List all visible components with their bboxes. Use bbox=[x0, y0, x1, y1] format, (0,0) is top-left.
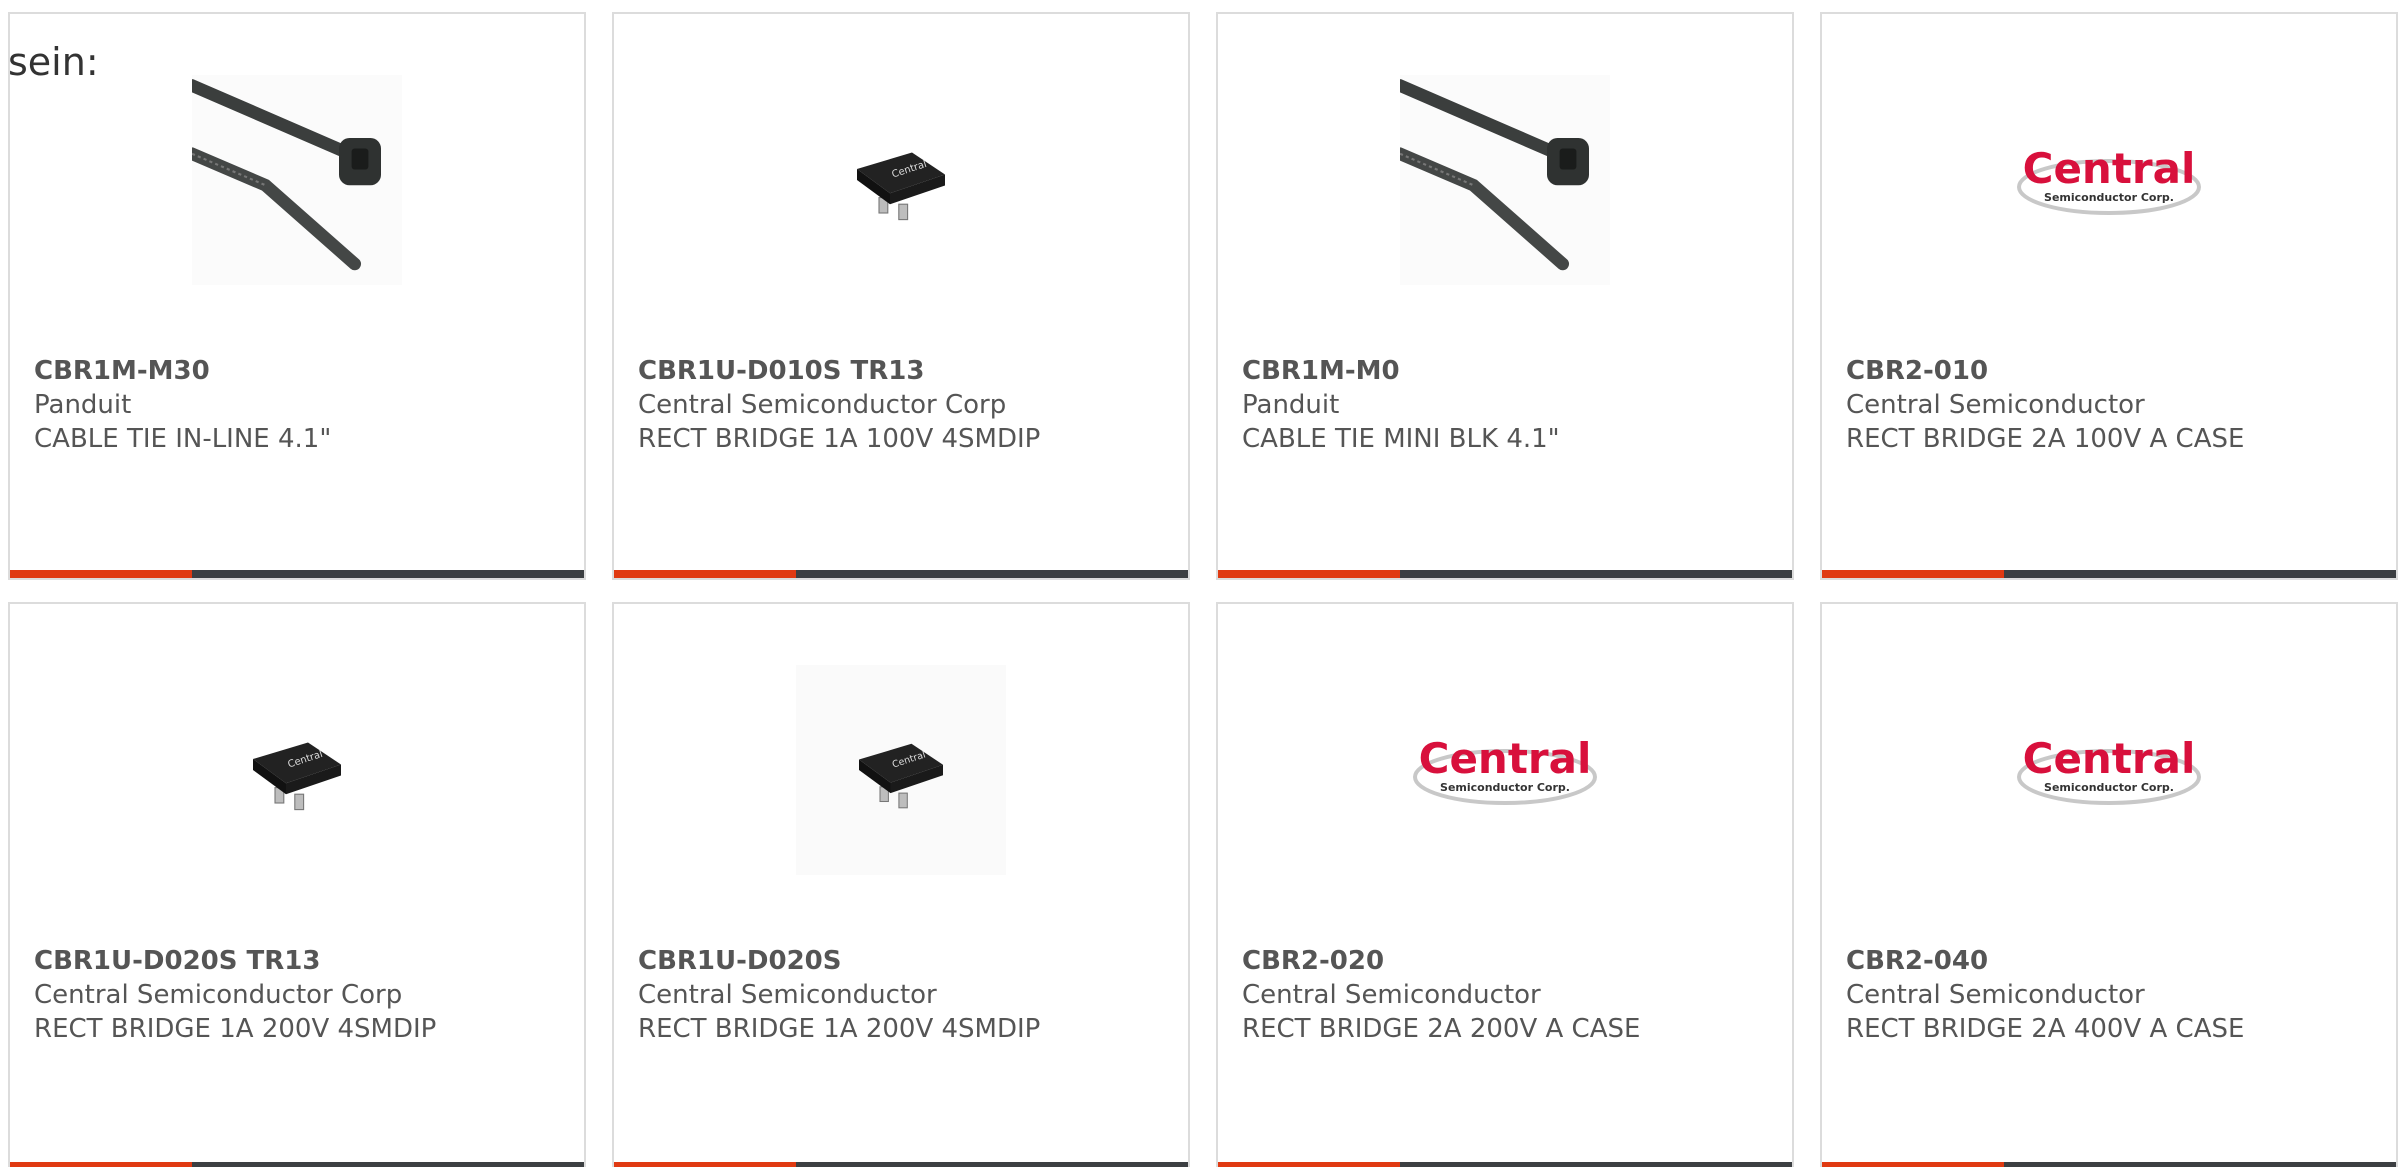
product-info: CBR1M-M30 Panduit CABLE TIE IN-LINE 4.1" bbox=[34, 354, 568, 456]
part-number[interactable]: CBR1M-M0 bbox=[1242, 354, 1776, 388]
part-number[interactable]: CBR2-040 bbox=[1846, 944, 2380, 978]
product-card[interactable]: CBR1M-M30 Panduit CABLE TIE IN-LINE 4.1" bbox=[8, 12, 586, 580]
product-card[interactable]: Central CBR1U-D020S Central Semiconducto… bbox=[612, 602, 1190, 1167]
manufacturer: Central Semiconductor Corp bbox=[34, 980, 403, 1010]
part-number[interactable]: CBR1U-D020S bbox=[638, 944, 1172, 978]
product-info: CBR1U-D020S Central Semiconductor RECT B… bbox=[638, 944, 1172, 1046]
product-grid: CBR1M-M30 Panduit CABLE TIE IN-LINE 4.1"… bbox=[8, 12, 2398, 1167]
description: RECT BRIDGE 1A 200V 4SMDIP bbox=[34, 1014, 437, 1044]
description: CABLE TIE IN-LINE 4.1" bbox=[34, 424, 332, 454]
part-number[interactable]: CBR1U-D010S TR13 bbox=[638, 354, 1172, 388]
page: CBR1M-M30 Panduit CABLE TIE IN-LINE 4.1"… bbox=[0, 0, 2400, 1167]
description: CABLE TIE MINI BLK 4.1" bbox=[1242, 424, 1560, 454]
cable-tie-image bbox=[192, 75, 402, 285]
central-logo-image: Central Semiconductor Corp. bbox=[2017, 734, 2201, 805]
product-image[interactable]: Central Semiconductor Corp. bbox=[1822, 70, 2396, 290]
product-image[interactable] bbox=[1218, 70, 1792, 290]
card-accent-bar bbox=[1218, 570, 1792, 578]
card-accent-bar bbox=[614, 1162, 1188, 1167]
product-info: CBR1U-D010S TR13 Central Semiconductor C… bbox=[638, 354, 1172, 456]
product-image[interactable]: Central Semiconductor Corp. bbox=[1218, 660, 1792, 880]
product-card[interactable]: Central CBR1U-D020S TR13 Central Semicon… bbox=[8, 602, 586, 1167]
description: RECT BRIDGE 2A 400V A CASE bbox=[1846, 1014, 2245, 1044]
logo-brand: Central bbox=[2023, 144, 2196, 193]
product-image[interactable] bbox=[10, 70, 584, 290]
manufacturer: Panduit bbox=[1242, 390, 1340, 420]
card-accent-bar bbox=[1218, 1162, 1792, 1167]
smd-chip-image: Central bbox=[253, 742, 341, 811]
manufacturer: Central Semiconductor bbox=[1846, 980, 2145, 1010]
manufacturer: Central Semiconductor Corp bbox=[638, 390, 1007, 420]
smd-chip-image: Central bbox=[857, 152, 945, 221]
card-accent-bar bbox=[1822, 1162, 2396, 1167]
intro-text: sein: bbox=[8, 40, 99, 84]
product-card[interactable]: Central Semiconductor Corp. CBR2-020 Cen… bbox=[1216, 602, 1794, 1167]
product-card[interactable]: Central Semiconductor Corp. CBR2-040 Cen… bbox=[1820, 602, 2398, 1167]
cable-tie-image bbox=[1400, 75, 1610, 285]
product-image[interactable]: Central bbox=[10, 660, 584, 880]
central-logo-image: Central Semiconductor Corp. bbox=[1413, 734, 1597, 805]
product-info: CBR1M-M0 Panduit CABLE TIE MINI BLK 4.1" bbox=[1242, 354, 1776, 456]
card-accent-bar bbox=[614, 570, 1188, 578]
product-card[interactable]: Central Semiconductor Corp. CBR2-010 Cen… bbox=[1820, 12, 2398, 580]
logo-tagline: Semiconductor Corp. bbox=[1440, 781, 1570, 794]
description: RECT BRIDGE 1A 100V 4SMDIP bbox=[638, 424, 1041, 454]
part-number[interactable]: CBR1M-M30 bbox=[34, 354, 568, 388]
card-accent-bar bbox=[10, 570, 584, 578]
central-logo-image: Central Semiconductor Corp. bbox=[2017, 144, 2201, 215]
product-info: CBR2-040 Central Semiconductor RECT BRID… bbox=[1846, 944, 2380, 1046]
manufacturer: Panduit bbox=[34, 390, 132, 420]
product-info: CBR2-010 Central Semiconductor RECT BRID… bbox=[1846, 354, 2380, 456]
product-image[interactable]: Central bbox=[614, 70, 1188, 290]
part-number[interactable]: CBR2-010 bbox=[1846, 354, 2380, 388]
description: RECT BRIDGE 2A 200V A CASE bbox=[1242, 1014, 1641, 1044]
manufacturer: Central Semiconductor bbox=[1242, 980, 1541, 1010]
manufacturer: Central Semiconductor bbox=[1846, 390, 2145, 420]
manufacturer: Central Semiconductor bbox=[638, 980, 937, 1010]
logo-brand: Central bbox=[2023, 734, 2196, 783]
part-number[interactable]: CBR1U-D020S TR13 bbox=[34, 944, 568, 978]
product-card[interactable]: Central CBR1U-D010S TR13 Central Semicon… bbox=[612, 12, 1190, 580]
product-info: CBR2-020 Central Semiconductor RECT BRID… bbox=[1242, 944, 1776, 1046]
logo-tagline: Semiconductor Corp. bbox=[2044, 781, 2174, 794]
product-card[interactable]: CBR1M-M0 Panduit CABLE TIE MINI BLK 4.1" bbox=[1216, 12, 1794, 580]
product-image[interactable]: Central Semiconductor Corp. bbox=[1822, 660, 2396, 880]
card-accent-bar bbox=[1822, 570, 2396, 578]
description: RECT BRIDGE 1A 200V 4SMDIP bbox=[638, 1014, 1041, 1044]
logo-brand: Central bbox=[1419, 734, 1592, 783]
card-accent-bar bbox=[10, 1162, 584, 1167]
description: RECT BRIDGE 2A 100V A CASE bbox=[1846, 424, 2245, 454]
smd-chip-image: Central bbox=[796, 665, 1006, 875]
product-image[interactable]: Central bbox=[614, 660, 1188, 880]
product-info: CBR1U-D020S TR13 Central Semiconductor C… bbox=[34, 944, 568, 1046]
logo-tagline: Semiconductor Corp. bbox=[2044, 191, 2174, 204]
part-number[interactable]: CBR2-020 bbox=[1242, 944, 1776, 978]
